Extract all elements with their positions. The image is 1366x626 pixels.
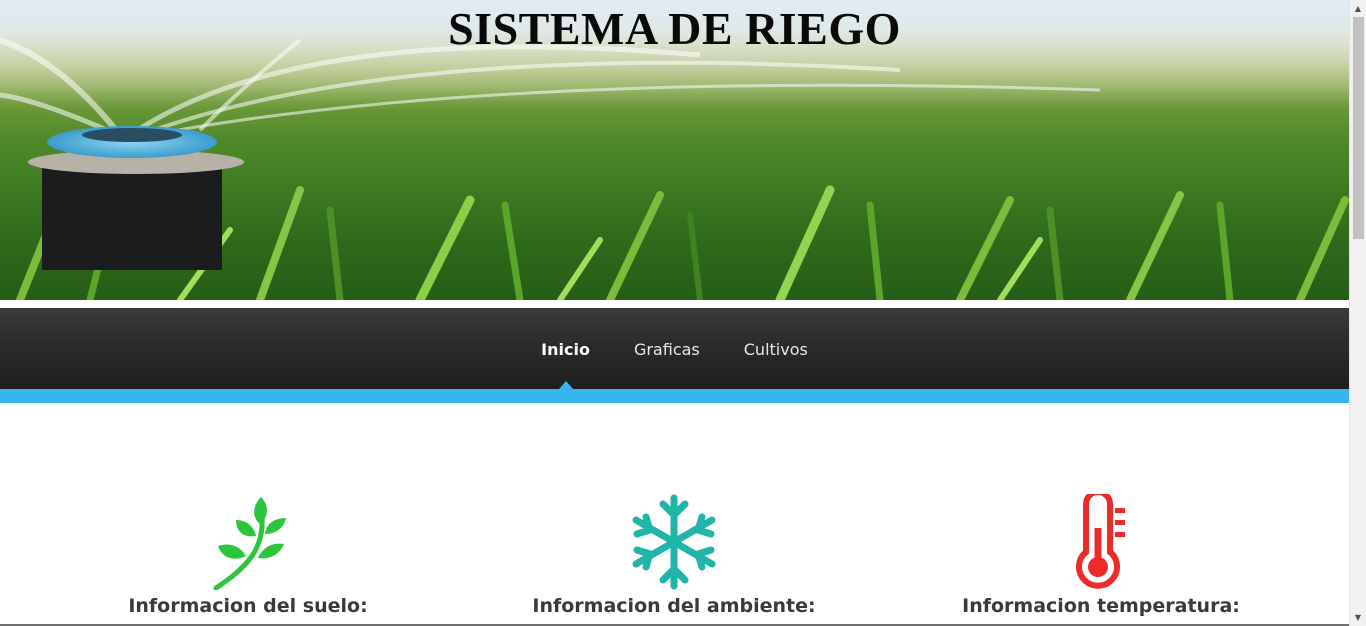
scroll-down-arrow-icon[interactable]: ▼ (1350, 609, 1366, 626)
main-nav: Inicio Graficas Cultivos (0, 308, 1349, 389)
page: SISTEMA DE RIEGO Inicio Graficas Cultivo… (0, 0, 1349, 626)
leaf-icon (213, 497, 286, 590)
feature-environment: Informacion del ambiente: (454, 494, 894, 618)
thermometer-icon (1076, 494, 1125, 589)
nav-item-graficas[interactable]: Graficas (634, 308, 700, 389)
nav-accent-bar (0, 389, 1349, 403)
page-title: SISTEMA DE RIEGO (448, 3, 901, 54)
nav-item-cultivos[interactable]: Cultivos (744, 308, 808, 389)
feature-environment-title: Informacion del ambiente: (532, 595, 816, 617)
nav-list: Inicio Graficas Cultivos (0, 308, 1349, 389)
scroll-up-arrow-icon[interactable]: ▲ (1350, 0, 1366, 17)
header-banner: SISTEMA DE RIEGO (0, 0, 1349, 300)
nav-item-inicio[interactable]: Inicio (541, 308, 590, 389)
feature-temperature-title: Informacion temperatura: (962, 595, 1240, 617)
snowflake-icon (632, 494, 716, 590)
scrollbar-thumb[interactable] (1353, 17, 1364, 239)
feature-temperature: Informacion temperatura: (881, 494, 1321, 618)
vertical-scrollbar[interactable]: ▲ ▼ (1349, 0, 1366, 626)
feature-soil-title: Informacion del suelo: (128, 595, 368, 617)
feature-soil: Informacion del suelo: (28, 494, 468, 618)
